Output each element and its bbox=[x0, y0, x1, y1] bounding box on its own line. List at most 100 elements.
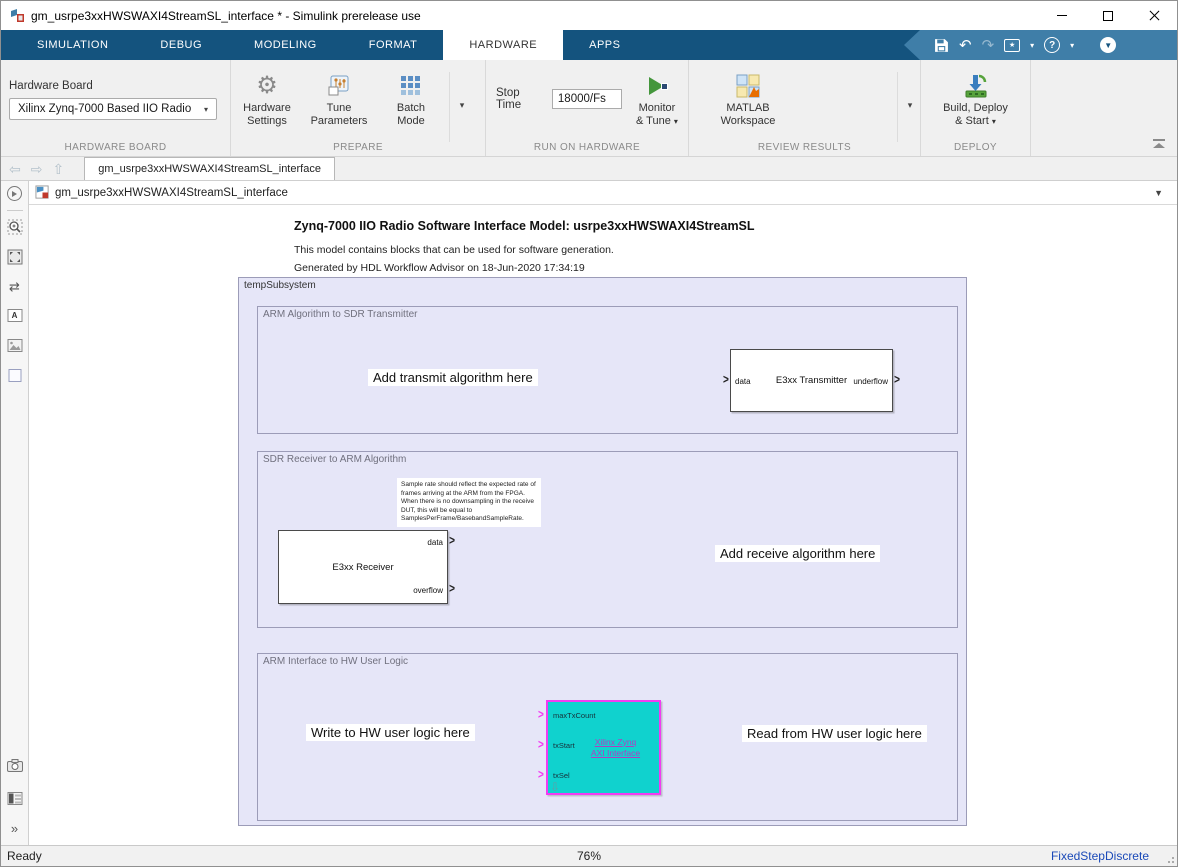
favorites-dropdown-icon[interactable]: ▾ bbox=[1030, 41, 1034, 50]
tx-annotation[interactable]: Add transmit algorithm here bbox=[368, 369, 538, 386]
resize-grip[interactable] bbox=[1166, 855, 1174, 863]
e3xx-receiver-block[interactable]: E3xx Receiver data > overflow > bbox=[278, 530, 448, 604]
chevron-down-icon: ▾ bbox=[674, 117, 678, 126]
area-icon[interactable] bbox=[8, 369, 21, 382]
fit-to-view-icon[interactable] bbox=[7, 249, 23, 270]
simulink-app-icon bbox=[9, 8, 25, 24]
screenshot-icon[interactable] bbox=[7, 759, 23, 777]
model-subtitle-annotation[interactable]: This model contains blocks that can be u… bbox=[294, 244, 614, 256]
up-to-parent-icon[interactable]: ⇧ bbox=[52, 162, 64, 176]
tx-area[interactable]: ARM Algorithm to SDR Transmitter Add tra… bbox=[257, 306, 958, 434]
tab-simulation[interactable]: SIMULATION bbox=[11, 30, 134, 60]
port-label-data: data bbox=[427, 538, 443, 547]
port-label-data: data bbox=[735, 377, 751, 386]
hw-write-annotation[interactable]: Write to HW user logic here bbox=[306, 724, 475, 741]
group-caption-prepare: PREPARE bbox=[231, 142, 485, 153]
minimize-button[interactable] bbox=[1039, 1, 1085, 30]
back-icon[interactable]: ⇦ bbox=[9, 162, 21, 176]
chevron-down-icon: ▾ bbox=[992, 117, 996, 126]
breadcrumb: gm_usrpe3xxHWSWAXI4StreamSL_interface ▼ bbox=[29, 181, 1177, 205]
simulink-window: gm_usrpe3xxHWSWAXI4StreamSL_interface * … bbox=[0, 0, 1178, 867]
ribbon-filler bbox=[1031, 60, 1177, 156]
hardware-board-label: Hardware Board bbox=[9, 80, 220, 92]
rx-area[interactable]: SDR Receiver to ARM Algorithm Sample rat… bbox=[257, 451, 958, 628]
temp-subsystem-area[interactable]: tempSubsystem ARM Algorithm to SDR Trans… bbox=[238, 277, 967, 826]
input-port-icon: > bbox=[538, 709, 544, 723]
more-tools-icon[interactable]: » bbox=[11, 822, 18, 835]
quick-access-toolbar: ↶ ↷ ★ ▾ ? ▾ ▼ bbox=[904, 30, 1177, 60]
rx-area-label: SDR Receiver to ARM Algorithm bbox=[263, 454, 406, 465]
maximize-button[interactable] bbox=[1085, 1, 1131, 30]
hw-read-annotation[interactable]: Read from HW user logic here bbox=[742, 725, 927, 742]
property-inspector-icon[interactable] bbox=[7, 792, 22, 810]
workspace: ⇄ A bbox=[1, 181, 1177, 845]
tab-apps[interactable]: APPS bbox=[563, 30, 646, 60]
chevron-down-icon: ▾ bbox=[908, 100, 913, 111]
tab-format[interactable]: FORMAT bbox=[343, 30, 444, 60]
tx-area-label: ARM Algorithm to SDR Transmitter bbox=[263, 309, 417, 320]
chevron-down-icon: ▾ bbox=[460, 100, 465, 111]
hw-area[interactable]: ARM Interface to HW User Logic Write to … bbox=[257, 653, 958, 821]
batch-mode-icon bbox=[400, 75, 422, 97]
matlab-workspace-icon bbox=[736, 74, 760, 98]
model-file-icon bbox=[35, 185, 50, 200]
title-bar: gm_usrpe3xxHWSWAXI4StreamSL_interface * … bbox=[1, 1, 1177, 30]
port-label-txstart: txStart bbox=[553, 741, 575, 750]
model-title-annotation[interactable]: Zynq-7000 IIO Radio Software Interface M… bbox=[294, 219, 755, 233]
hw-area-label: ARM Interface to HW User Logic bbox=[263, 656, 408, 667]
help-icon[interactable]: ? bbox=[1044, 37, 1060, 53]
tune-parameters-icon bbox=[327, 74, 351, 98]
output-port-icon: > bbox=[449, 584, 455, 597]
explorer-bar-toggle-icon[interactable] bbox=[7, 186, 22, 201]
status-bar: Ready 76% FixedStepDiscrete bbox=[1, 845, 1177, 866]
breadcrumb-dropdown-icon[interactable]: ▼ bbox=[1154, 188, 1163, 198]
divider bbox=[7, 210, 23, 211]
save-icon[interactable] bbox=[934, 38, 949, 53]
xilinx-zynq-axi-interface-block[interactable]: Xilinx Zynq AXI Interface > maxTxCount >… bbox=[546, 700, 661, 795]
close-button[interactable] bbox=[1131, 1, 1177, 30]
stop-time-input[interactable] bbox=[552, 89, 622, 109]
toolstrip-ribbon: Hardware Board Xilinx Zynq-7000 Based II… bbox=[1, 60, 1177, 157]
group-caption-review: REVIEW RESULTS bbox=[689, 142, 920, 153]
stop-time-label: Stop Time bbox=[496, 87, 544, 111]
collapse-ribbon-button[interactable] bbox=[1153, 139, 1165, 148]
tab-modeling[interactable]: MODELING bbox=[228, 30, 343, 60]
document-bar: ⇦ ⇨ ⇧ gm_usrpe3xxHWSWAXI4StreamSL_interf… bbox=[1, 157, 1177, 181]
solver-link[interactable]: FixedStepDiscrete bbox=[1051, 849, 1149, 863]
maximize-icon bbox=[1103, 11, 1113, 21]
account-icon[interactable]: ▼ bbox=[1100, 37, 1116, 53]
route-signals-icon[interactable]: ⇄ bbox=[9, 280, 20, 293]
model-tab[interactable]: gm_usrpe3xxHWSWAXI4StreamSL_interface bbox=[84, 157, 335, 180]
group-deploy: Build, Deploy & Start ▾ DEPLOY bbox=[921, 60, 1031, 156]
build-deploy-icon bbox=[963, 73, 989, 99]
input-port-icon: > bbox=[723, 375, 729, 388]
forward-icon[interactable]: ⇨ bbox=[31, 162, 43, 176]
zoom-region-icon[interactable] bbox=[7, 219, 23, 240]
help-dropdown-icon[interactable]: ▾ bbox=[1070, 41, 1074, 50]
favorites-icon[interactable]: ★ bbox=[1004, 39, 1020, 52]
sample-rate-note[interactable]: Sample rate should reflect the expected … bbox=[397, 478, 541, 527]
breadcrumb-model-name[interactable]: gm_usrpe3xxHWSWAXI4StreamSL_interface bbox=[55, 187, 288, 199]
model-canvas[interactable]: Zynq-7000 IIO Radio Software Interface M… bbox=[29, 205, 1177, 845]
port-label-txsel: txSel bbox=[553, 771, 570, 780]
rx-annotation[interactable]: Add receive algorithm here bbox=[715, 545, 880, 562]
model-generated-annotation[interactable]: Generated by HDL Workflow Advisor on 18-… bbox=[294, 262, 585, 274]
tab-hardware[interactable]: HARDWARE bbox=[443, 30, 563, 60]
chevron-up-icon bbox=[1153, 143, 1165, 148]
input-port-icon: > bbox=[538, 739, 544, 753]
group-caption-hardware-board: HARDWARE BOARD bbox=[1, 142, 230, 153]
redo-icon[interactable]: ↷ bbox=[982, 38, 995, 53]
image-icon[interactable] bbox=[7, 339, 22, 357]
window-title: gm_usrpe3xxHWSWAXI4StreamSL_interface * … bbox=[31, 9, 421, 23]
e3xx-transmitter-block[interactable]: E3xx Transmitter > data underflow > bbox=[730, 349, 893, 412]
tab-debug[interactable]: DEBUG bbox=[134, 30, 228, 60]
port-label-overflow: overflow bbox=[413, 586, 443, 595]
hardware-board-select[interactable]: Xilinx Zynq-7000 Based IIO Radio ▾ bbox=[9, 98, 217, 120]
group-caption-run: RUN ON HARDWARE bbox=[486, 142, 688, 153]
annotation-icon[interactable]: A bbox=[7, 309, 22, 322]
undo-icon[interactable]: ↶ bbox=[959, 38, 972, 53]
port-label-underflow: underflow bbox=[853, 377, 888, 386]
chevron-down-icon: ▾ bbox=[204, 105, 208, 114]
minimize-icon bbox=[1057, 15, 1067, 16]
divider bbox=[897, 72, 898, 142]
